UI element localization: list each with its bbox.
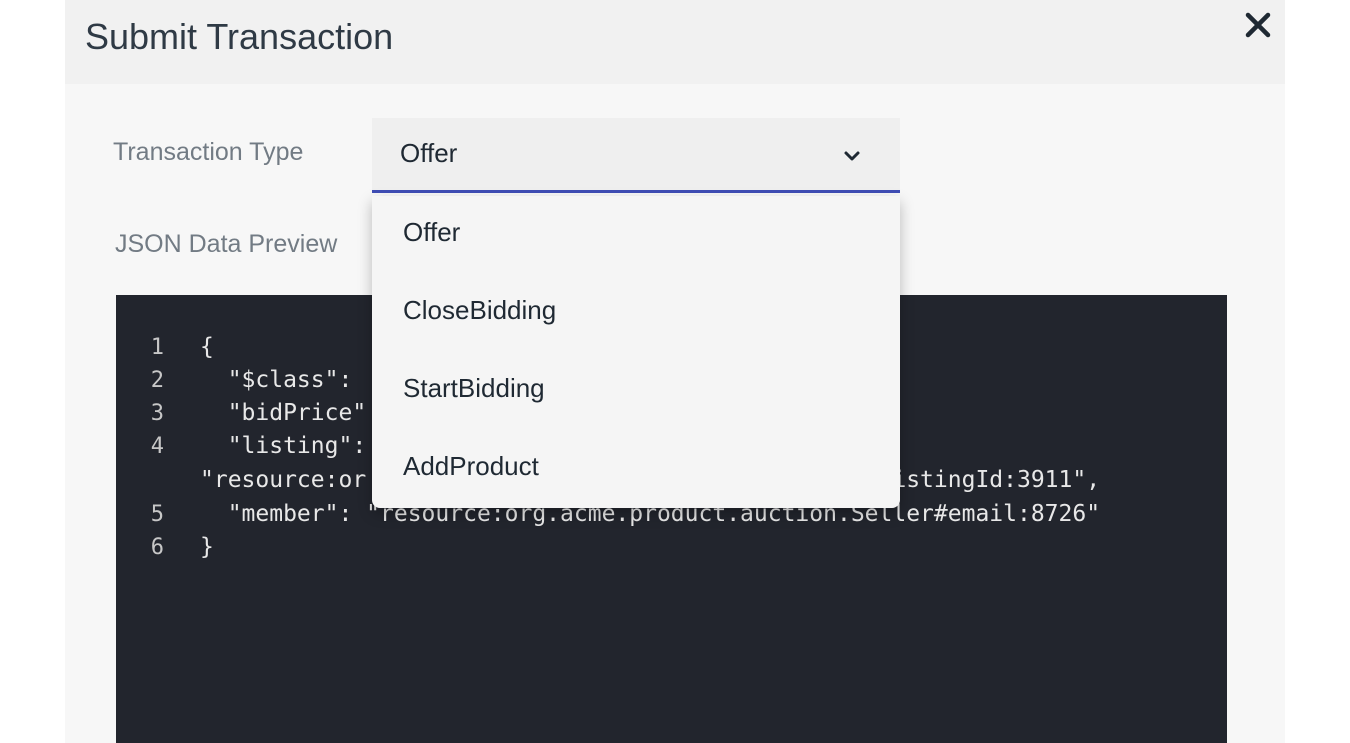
transaction-type-select[interactable]: Offer xyxy=(372,118,900,193)
close-icon[interactable] xyxy=(1243,10,1273,40)
dropdown-option-closebidding[interactable]: CloseBidding xyxy=(372,274,900,352)
line-number: 1 xyxy=(150,335,164,360)
line-number: 5 xyxy=(150,502,164,527)
code-line: } xyxy=(200,534,214,560)
code-line: { xyxy=(200,334,214,360)
modal-title: Submit Transaction xyxy=(85,16,394,57)
dropdown-option-addproduct[interactable]: AddProduct xyxy=(372,430,900,508)
dropdown-option-label: Offer xyxy=(403,217,461,247)
code-line: "bidPrice" xyxy=(200,400,367,426)
line-number: 3 xyxy=(150,401,164,426)
modal-header: Submit Transaction xyxy=(65,0,1285,84)
dropdown-option-offer[interactable]: Offer xyxy=(372,196,900,274)
chevron-down-icon xyxy=(842,146,862,166)
code-line: "$class": xyxy=(200,367,367,393)
line-number: 4 xyxy=(150,434,164,459)
code-line: "listing": xyxy=(200,433,381,459)
line-number: 2 xyxy=(150,368,164,393)
dropdown-option-label: StartBidding xyxy=(403,373,545,403)
transaction-type-dropdown: Offer CloseBidding StartBidding AddProdu… xyxy=(372,196,900,508)
line-number: 6 xyxy=(150,535,164,560)
submit-transaction-modal: Submit Transaction Transaction Type Offe… xyxy=(65,0,1285,743)
selected-transaction-type: Offer xyxy=(400,138,458,168)
dropdown-option-label: AddProduct xyxy=(403,451,539,481)
dropdown-option-label: CloseBidding xyxy=(403,295,557,325)
json-preview-label: JSON Data Preview xyxy=(115,230,338,258)
transaction-type-label: Transaction Type xyxy=(113,138,304,166)
dropdown-option-startbidding[interactable]: StartBidding xyxy=(372,352,900,430)
